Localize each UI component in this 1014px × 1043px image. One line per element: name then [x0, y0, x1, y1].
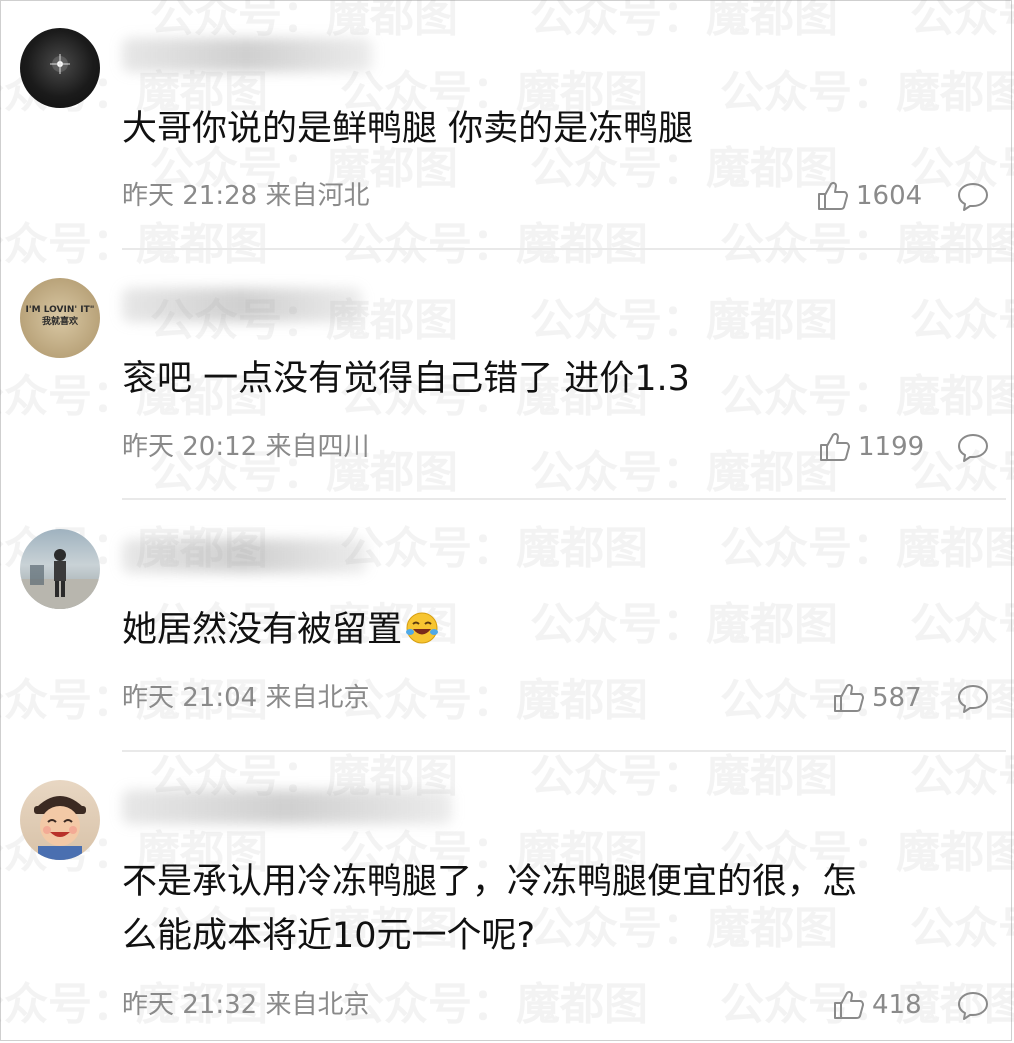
avatar[interactable] — [20, 28, 100, 108]
comment-meta: 昨天 21:32 来自北京 — [122, 989, 369, 1021]
comment-meta: 昨天 21:28 来自河北 — [122, 180, 369, 212]
comment-text-line: 么能成本将近10元一个呢? — [122, 916, 536, 956]
comment-meta: 昨天 21:04 来自北京 — [122, 682, 369, 714]
comment-text: 衮吧 一点没有觉得自己错了 进价1.3 — [122, 359, 690, 399]
comment-bubble-icon — [958, 434, 988, 462]
username-blurred[interactable] — [122, 288, 362, 322]
like-count: 418 — [872, 990, 922, 1020]
reply-button[interactable] — [956, 431, 990, 465]
avatar-photo — [20, 549, 100, 609]
username-blurred[interactable] — [122, 539, 367, 573]
avatar-cartoon — [34, 796, 86, 860]
thumbs-up-icon — [818, 181, 848, 210]
comment-time: 昨天 20:12 — [122, 432, 258, 462]
comment-location: 来自北京 — [265, 683, 370, 713]
avatar-text: I'M LOVIN' IT" 我就喜欢 — [20, 304, 100, 328]
reply-button[interactable] — [956, 682, 990, 716]
avatar-text-line: 我就喜欢 — [41, 317, 78, 327]
thumbs-up-icon — [834, 990, 864, 1019]
comment-text-line: 不是承认用冷冻鸭腿了，冷冻鸭腿便宜的很，怎 — [122, 862, 858, 902]
laughing-tears-emoji — [406, 612, 439, 644]
avatar[interactable] — [20, 529, 100, 609]
comment-time: 昨天 21:28 — [122, 181, 258, 211]
comment-location: 来自北京 — [265, 990, 370, 1020]
comment-bubble-icon — [958, 685, 988, 713]
divider — [122, 498, 1006, 500]
comment-time: 昨天 21:32 — [122, 990, 258, 1020]
avatar-text-line: I'M LOVIN' IT" — [25, 305, 95, 315]
reply-button[interactable] — [956, 989, 990, 1023]
avatar[interactable]: I'M LOVIN' IT" 我就喜欢 — [20, 278, 100, 358]
comment-text-body: 她居然没有被留置 — [122, 610, 403, 650]
comment-bubble-icon — [958, 183, 988, 211]
like-button[interactable]: 418 — [832, 989, 922, 1021]
like-button[interactable]: 1199 — [818, 431, 924, 463]
comment-text: 大哥你说的是鲜鸭腿 你卖的是冻鸭腿 — [122, 109, 694, 149]
like-count: 587 — [872, 683, 922, 713]
comment-text: 不是承认用冷冻鸭腿了，冷冻鸭腿便宜的很，怎 么能成本将近10元一个呢? — [122, 855, 992, 963]
thumbs-up-icon — [820, 432, 850, 461]
reply-button[interactable] — [956, 180, 990, 214]
thumbs-up-icon — [834, 683, 864, 712]
comment-location: 来自河北 — [265, 181, 370, 211]
comment-meta: 昨天 20:12 来自四川 — [122, 431, 369, 463]
username-blurred[interactable] — [122, 790, 452, 824]
comment-text: 她居然没有被留置 — [122, 603, 992, 657]
comment-time: 昨天 21:04 — [122, 683, 258, 713]
like-button[interactable]: 1604 — [816, 180, 922, 212]
like-count: 1604 — [856, 181, 923, 211]
avatar-star-image — [50, 54, 70, 74]
comment-location: 来自四川 — [265, 432, 370, 462]
comment-bubble-icon — [958, 992, 988, 1020]
divider — [122, 248, 1006, 250]
avatar[interactable] — [20, 780, 100, 860]
like-count: 1199 — [858, 432, 925, 462]
divider — [122, 750, 1006, 752]
username-blurred[interactable] — [122, 38, 372, 72]
like-button[interactable]: 587 — [832, 682, 922, 714]
